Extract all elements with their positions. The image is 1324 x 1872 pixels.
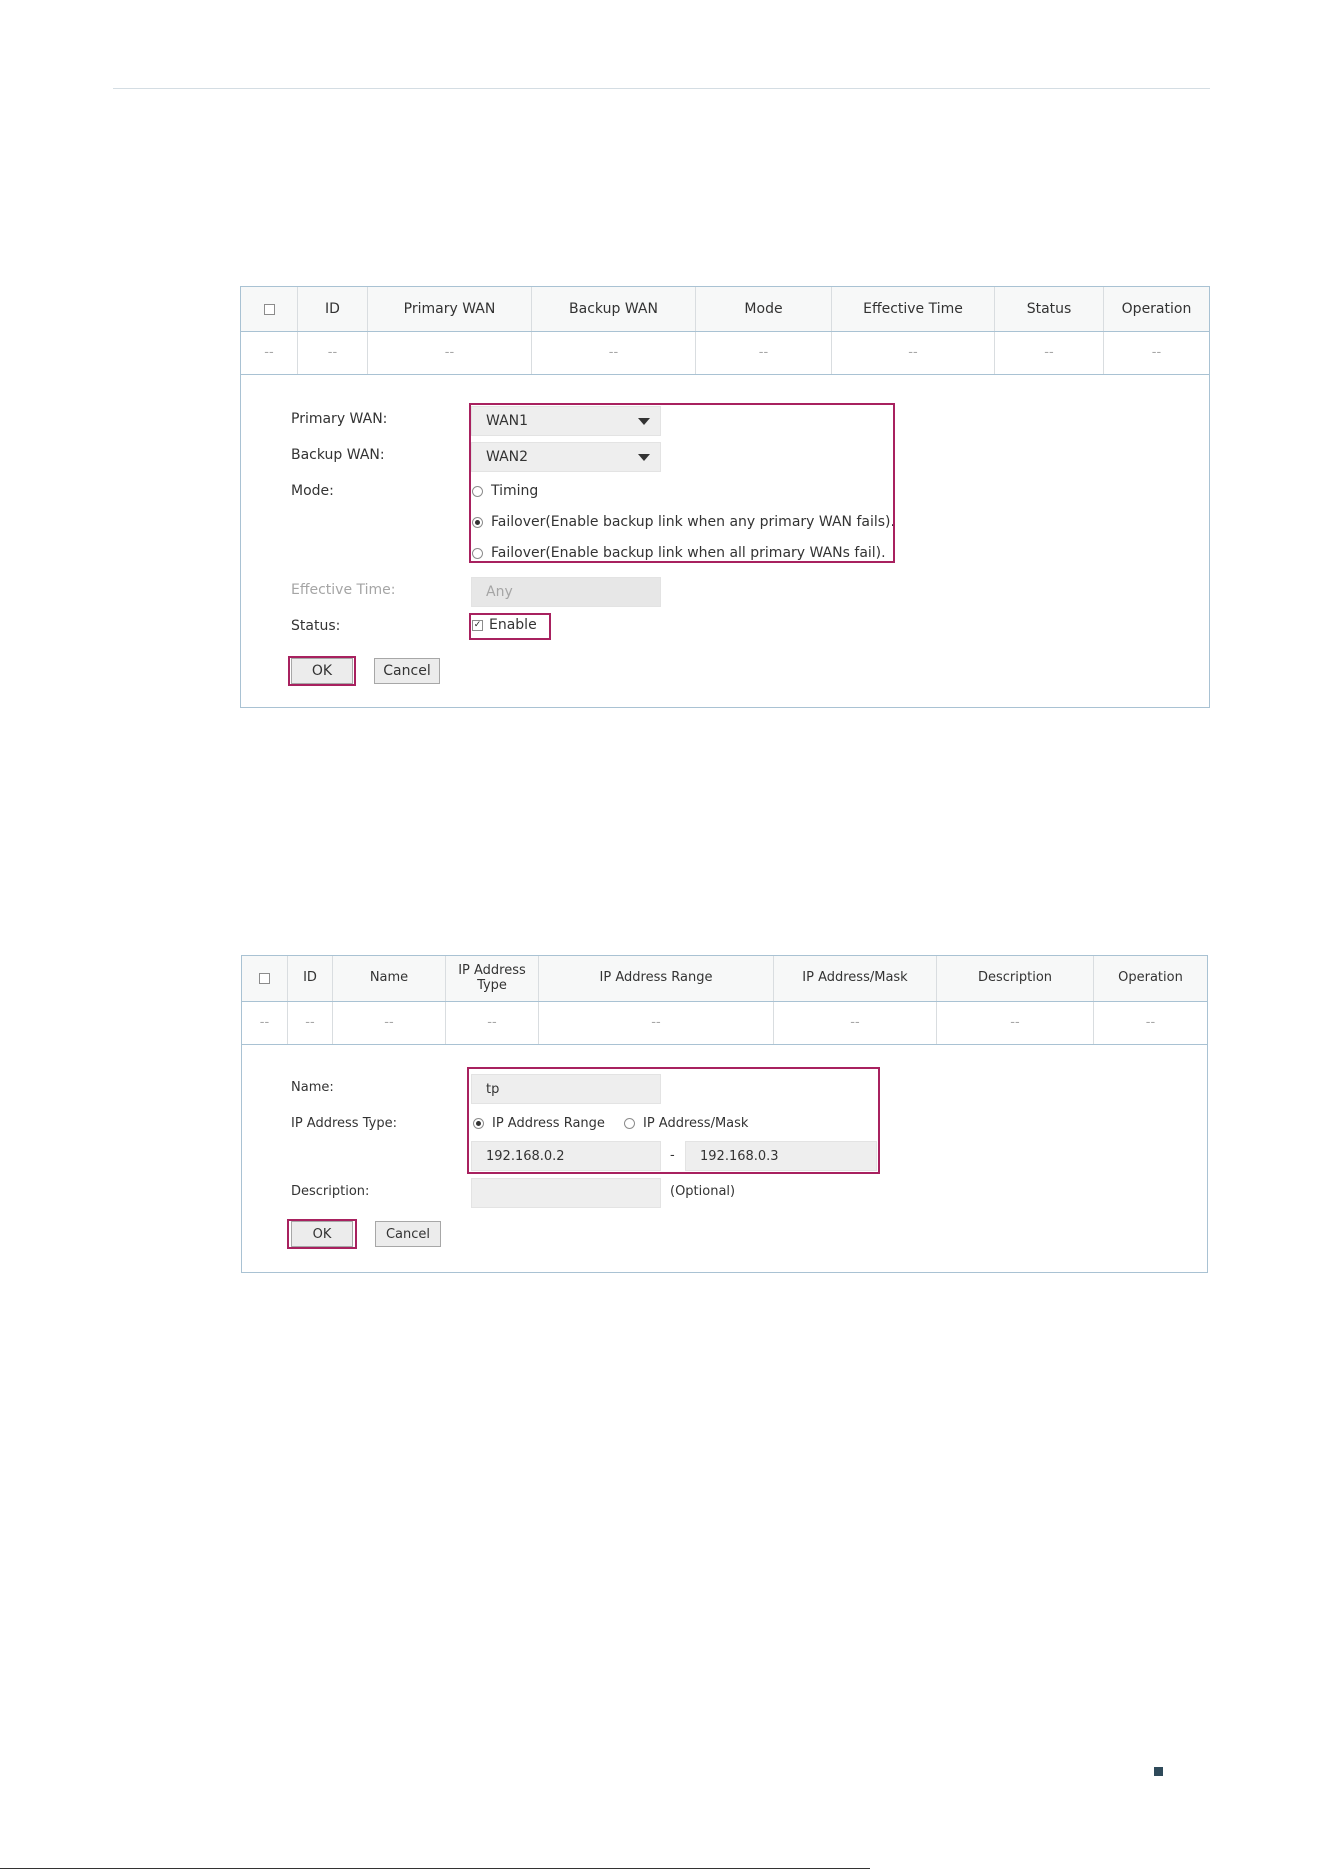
table-cell: -- [774,1002,937,1044]
chevron-down-icon [638,418,650,425]
ip-type-option-label: IP Address/Mask [643,1116,749,1131]
table-cell: -- [539,1002,774,1044]
table-cell: -- [696,332,832,374]
ip-address-table-header: ID Name IP Address Type IP Address Range… [242,956,1207,1002]
radio-button[interactable] [624,1118,635,1129]
mode-option-failover-any[interactable]: Failover(Enable backup link when any pri… [472,514,895,530]
effective-time-label: Effective Time: [291,582,396,598]
table-cell: -- [298,332,368,374]
table-cell: -- [995,332,1104,374]
table-cell: -- [532,332,696,374]
range-end-input[interactable]: 192.168.0.3 [685,1141,877,1171]
checkmark-icon[interactable]: ✓ [472,619,483,631]
mode-option-timing[interactable]: Timing [472,483,538,499]
table-cell: -- [288,1002,333,1044]
mode-option-label: Timing [491,483,539,499]
page-marker [1154,1767,1163,1776]
column-header-operation: Operation [1121,300,1192,317]
column-header-status: Status [995,287,1104,331]
table-row: -- -- -- -- -- -- -- -- [242,1002,1207,1045]
page-header-rule [113,88,1210,89]
column-header-ip-address-mask: IP Address/Mask [774,956,937,1001]
description-input[interactable] [471,1178,661,1208]
column-header-name: Name [333,956,446,1001]
table-row: -- -- -- -- -- -- -- -- [241,332,1209,375]
backup-wan-label: Backup WAN: [291,447,385,463]
column-header-ip-address-range: IP Address Range [539,956,774,1001]
status-label: Status: [291,618,341,634]
select-all-cell [242,956,288,1001]
column-header-id: ID [298,287,368,331]
description-hint: (Optional) [670,1184,736,1199]
description-label: Description: [291,1184,370,1199]
chevron-down-icon [638,454,650,461]
column-header-ip-address-type: IP Address Type [446,956,539,1001]
range-end-value: 192.168.0.3 [700,1148,779,1164]
link-backup-table-header: ID Primary WAN Backup WAN Mode Effective… [241,287,1209,332]
name-input[interactable]: tp [471,1074,661,1104]
table-cell: -- [242,1002,288,1044]
ip-type-option-label: IP Address Range [492,1116,605,1131]
radio-button-selected[interactable] [472,516,483,528]
radio-button[interactable] [472,485,483,497]
mode-label: Mode: [291,483,334,499]
column-header-primary-wan: Primary WAN [368,287,532,331]
table-cell: -- [241,332,298,374]
column-header-description: Description [937,956,1094,1001]
ok-button[interactable]: OK [291,658,353,684]
effective-time-field: Any [471,577,661,607]
primary-wan-label: Primary WAN: [291,411,388,427]
range-start-input[interactable]: 192.168.0.2 [471,1141,661,1171]
table-cell: -- [1151,344,1162,360]
table-cell: -- [333,1002,446,1044]
primary-wan-value: WAN1 [486,413,529,429]
page-footer-rule [0,1868,870,1869]
table-cell: -- [446,1002,539,1044]
name-label: Name: [291,1080,334,1095]
column-header-mode: Mode [696,287,832,331]
mode-option-failover-all[interactable]: Failover(Enable backup link when all pri… [472,545,886,561]
ip-type-option-range[interactable]: IP Address Range [473,1116,605,1131]
backup-wan-value: WAN2 [486,449,529,465]
table-cell: -- [368,332,532,374]
ip-type-option-mask[interactable]: IP Address/Mask [624,1116,748,1131]
range-start-value: 192.168.0.2 [486,1148,565,1164]
select-all-cell [241,287,298,331]
cancel-button[interactable]: Cancel [375,1221,441,1247]
ip-address-type-label: IP Address Type: [291,1116,397,1131]
radio-button-selected[interactable] [473,1118,484,1129]
name-value: tp [486,1081,500,1097]
table-cell: -- [832,332,995,374]
backup-wan-select[interactable]: WAN2 [471,442,661,472]
link-backup-panel: ID Primary WAN Backup WAN Mode Effective… [240,286,1210,708]
cancel-button[interactable]: Cancel [374,658,440,684]
column-header-id: ID [288,956,333,1001]
column-header-effective-time: Effective Time [832,287,995,331]
table-cell: -- [1145,1014,1156,1030]
mode-option-label: Failover(Enable backup link when all pri… [491,545,886,561]
table-cell: -- [937,1002,1094,1044]
primary-wan-select[interactable]: WAN1 [471,406,661,436]
ok-button[interactable]: OK [291,1221,353,1247]
ip-address-panel: ID Name IP Address Type IP Address Range… [241,955,1208,1273]
select-all-checkbox[interactable] [259,973,270,984]
mode-option-label: Failover(Enable backup link when any pri… [491,514,895,530]
status-enable-checkbox[interactable]: ✓ Enable [472,617,537,633]
effective-time-value: Any [486,584,513,600]
radio-button[interactable] [472,547,483,559]
column-header-operation: Operation [1118,970,1183,986]
column-header-backup-wan: Backup WAN [532,287,696,331]
select-all-checkbox[interactable] [263,303,275,315]
range-separator: - [670,1148,675,1163]
status-enable-label: Enable [489,617,537,633]
